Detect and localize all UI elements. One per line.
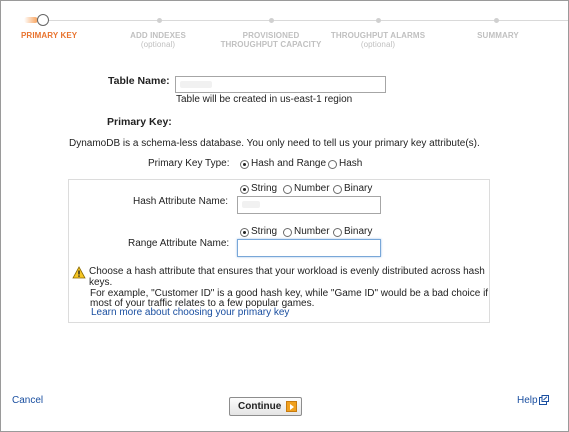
warning-icon bbox=[72, 266, 86, 279]
hash-radio-number[interactable] bbox=[283, 185, 292, 194]
step-label: SUMMARY bbox=[477, 31, 519, 40]
progress-line bbox=[48, 20, 568, 21]
radio-hash-label[interactable]: Hash bbox=[339, 158, 362, 169]
primary-key-description: DynamoDB is a schema-less database. You … bbox=[69, 138, 480, 149]
primary-key-type-label: Primary Key Type: bbox=[148, 158, 230, 169]
step-primary-key: PRIMARY KEY bbox=[21, 31, 81, 40]
step-add-indexes: ADD INDEXES (optional) bbox=[122, 31, 194, 49]
range-radio-binary-label[interactable]: Binary bbox=[344, 226, 372, 237]
range-radio-number[interactable] bbox=[283, 228, 292, 237]
hash-attribute-label: Hash Attribute Name: bbox=[133, 196, 229, 207]
continue-label: Continue bbox=[238, 401, 282, 412]
external-link-icon[interactable] bbox=[539, 395, 549, 405]
radio-hash[interactable] bbox=[328, 160, 337, 169]
range-radio-string-label[interactable]: String bbox=[251, 226, 277, 237]
step-label: ADD INDEXES bbox=[130, 31, 186, 40]
region-note: Table will be created in us-east-1 regio… bbox=[176, 94, 353, 105]
hash-radio-binary[interactable] bbox=[333, 185, 342, 194]
step-summary: SUMMARY bbox=[470, 31, 526, 40]
warning-text-line-2: keys. bbox=[89, 277, 113, 288]
radio-hash-and-range-label[interactable]: Hash and Range bbox=[251, 158, 326, 169]
radio-hash-and-range[interactable] bbox=[240, 160, 249, 169]
primary-key-heading: Primary Key: bbox=[107, 116, 172, 128]
progress-indicator-trail bbox=[24, 17, 38, 23]
range-radio-binary[interactable] bbox=[333, 228, 342, 237]
wizard-progress: PRIMARY KEY ADD INDEXES (optional) PROVI… bbox=[0, 0, 569, 60]
step-throughput-alarms: THROUGHPUT ALARMS (optional) bbox=[330, 31, 426, 49]
step-sublabel: (optional) bbox=[360, 40, 396, 49]
step-label: PROVISIONED bbox=[242, 31, 300, 40]
cancel-link[interactable]: Cancel bbox=[12, 395, 43, 406]
learn-more-link[interactable]: Learn more about choosing your primary k… bbox=[91, 307, 289, 318]
table-name-input[interactable] bbox=[175, 76, 386, 93]
step-sublabel: (optional) bbox=[140, 40, 176, 49]
continue-button[interactable]: Continue bbox=[229, 397, 302, 416]
masked-value bbox=[242, 201, 260, 208]
step-dot-add-indexes bbox=[157, 18, 162, 23]
table-name-label: Table Name: bbox=[108, 75, 170, 87]
step-dot-summary bbox=[494, 18, 499, 23]
hash-radio-binary-label[interactable]: Binary bbox=[344, 183, 372, 194]
step-label: PRIMARY KEY bbox=[21, 31, 78, 40]
range-attribute-label: Range Attribute Name: bbox=[128, 238, 230, 249]
help-link[interactable]: Help bbox=[517, 395, 538, 406]
step-dot-provisioned bbox=[269, 18, 274, 23]
hash-radio-string-label[interactable]: String bbox=[251, 183, 277, 194]
step-dot-alarms bbox=[376, 18, 381, 23]
range-attribute-input[interactable] bbox=[237, 239, 381, 257]
step-provisioned-capacity: PROVISIONED THROUGHPUT CAPACITY bbox=[216, 31, 326, 49]
range-radio-string[interactable] bbox=[240, 228, 249, 237]
step-sublabel: THROUGHPUT CAPACITY bbox=[220, 40, 322, 49]
hash-radio-string[interactable] bbox=[240, 185, 249, 194]
arrow-right-icon bbox=[286, 401, 297, 412]
hash-attribute-input[interactable] bbox=[237, 196, 381, 214]
masked-value bbox=[180, 81, 212, 88]
current-step-marker bbox=[37, 14, 49, 26]
hash-radio-number-label[interactable]: Number bbox=[294, 183, 330, 194]
step-label: THROUGHPUT ALARMS bbox=[330, 31, 426, 40]
range-radio-number-label[interactable]: Number bbox=[294, 226, 330, 237]
warning-text-line-1: Choose a hash attribute that ensures tha… bbox=[89, 266, 485, 277]
